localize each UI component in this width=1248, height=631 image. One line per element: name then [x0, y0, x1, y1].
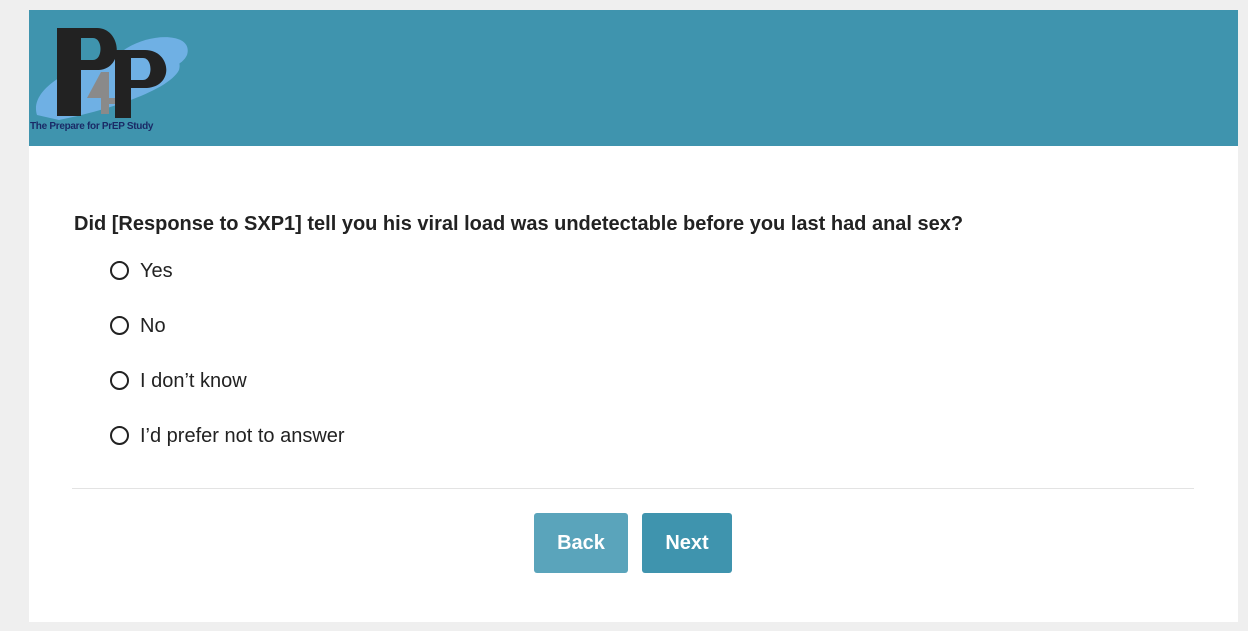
- option-label: Yes: [140, 260, 173, 282]
- back-button[interactable]: Back: [534, 513, 628, 573]
- radio-unchecked-icon[interactable]: [110, 261, 129, 280]
- option-label: I’d prefer not to answer: [140, 425, 345, 447]
- divider: [72, 488, 1194, 489]
- survey-card: The Prepare for PrEP Study Did [Response…: [29, 10, 1238, 622]
- option-label: I don’t know: [140, 370, 247, 392]
- header-banner: The Prepare for PrEP Study: [29, 10, 1238, 146]
- radio-unchecked-icon[interactable]: [110, 316, 129, 335]
- option-no[interactable]: No: [110, 315, 345, 370]
- radio-unchecked-icon[interactable]: [110, 371, 129, 390]
- option-yes[interactable]: Yes: [110, 260, 345, 315]
- logo-tagline: The Prepare for PrEP Study: [30, 121, 154, 132]
- option-dont-know[interactable]: I don’t know: [110, 370, 345, 425]
- radio-unchecked-icon[interactable]: [110, 426, 129, 445]
- option-label: No: [140, 315, 166, 337]
- answer-options: Yes No I don’t know I’d prefer not to an…: [110, 260, 345, 480]
- option-prefer-not-to-answer[interactable]: I’d prefer not to answer: [110, 425, 345, 480]
- next-button[interactable]: Next: [642, 513, 732, 573]
- p4p-logo: The Prepare for PrEP Study: [29, 10, 229, 146]
- question-text: Did [Response to SXP1] tell you his vira…: [74, 213, 964, 235]
